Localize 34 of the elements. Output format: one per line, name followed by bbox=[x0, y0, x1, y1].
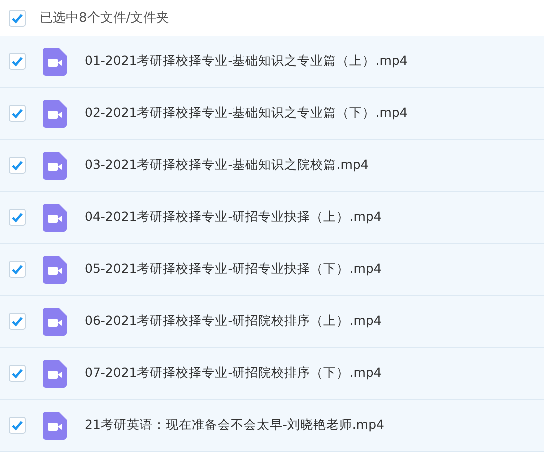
file-name: 03-2021考研择校择专业-基础知识之院校篇.mp4 bbox=[85, 157, 369, 174]
file-row[interactable]: 04-2021考研择校择专业-研招专业抉择（上）.mp4 bbox=[0, 192, 544, 244]
file-checkbox[interactable] bbox=[9, 313, 26, 330]
video-file-icon bbox=[43, 48, 67, 76]
file-row[interactable]: 05-2021考研择校择专业-研招专业抉择（下）.mp4 bbox=[0, 244, 544, 296]
video-file-icon bbox=[43, 412, 67, 440]
file-name: 02-2021考研择校择专业-基础知识之专业篇（下）.mp4 bbox=[85, 105, 408, 122]
file-checkbox[interactable] bbox=[9, 417, 26, 434]
file-checkbox[interactable] bbox=[9, 157, 26, 174]
video-file-icon bbox=[43, 308, 67, 336]
file-checkbox[interactable] bbox=[9, 261, 26, 278]
select-all-checkbox[interactable] bbox=[9, 10, 26, 26]
file-checkbox[interactable] bbox=[9, 105, 26, 122]
file-row[interactable]: 21考研英语：现在准备会不会太早-刘晓艳老师.mp4 bbox=[0, 400, 544, 452]
file-name: 01-2021考研择校择专业-基础知识之专业篇（上）.mp4 bbox=[85, 53, 408, 70]
video-file-icon bbox=[43, 256, 67, 284]
selection-count: 已选中8个文件/文件夹 bbox=[40, 10, 170, 27]
file-row[interactable]: 07-2021考研择校择专业-研招院校排序（下）.mp4 bbox=[0, 348, 544, 400]
file-name: 04-2021考研择校择专业-研招专业抉择（上）.mp4 bbox=[85, 209, 382, 226]
file-row[interactable]: 01-2021考研择校择专业-基础知识之专业篇（上）.mp4 bbox=[0, 36, 544, 88]
file-name: 07-2021考研择校择专业-研招院校排序（下）.mp4 bbox=[85, 365, 382, 382]
video-file-icon bbox=[43, 204, 67, 232]
file-row[interactable]: 03-2021考研择校择专业-基础知识之院校篇.mp4 bbox=[0, 140, 544, 192]
video-file-icon bbox=[43, 152, 67, 180]
file-row[interactable]: 06-2021考研择校择专业-研招院校排序（上）.mp4 bbox=[0, 296, 544, 348]
video-file-icon bbox=[43, 100, 67, 128]
file-checkbox[interactable] bbox=[9, 53, 26, 70]
file-row[interactable]: 02-2021考研择校择专业-基础知识之专业篇（下）.mp4 bbox=[0, 88, 544, 140]
file-checkbox[interactable] bbox=[9, 209, 26, 226]
file-checkbox[interactable] bbox=[9, 365, 26, 382]
file-name: 05-2021考研择校择专业-研招专业抉择（下）.mp4 bbox=[85, 261, 382, 278]
file-name: 06-2021考研择校择专业-研招院校排序（上）.mp4 bbox=[85, 313, 382, 330]
video-file-icon bbox=[43, 360, 67, 388]
file-name: 21考研英语：现在准备会不会太早-刘晓艳老师.mp4 bbox=[85, 417, 384, 434]
